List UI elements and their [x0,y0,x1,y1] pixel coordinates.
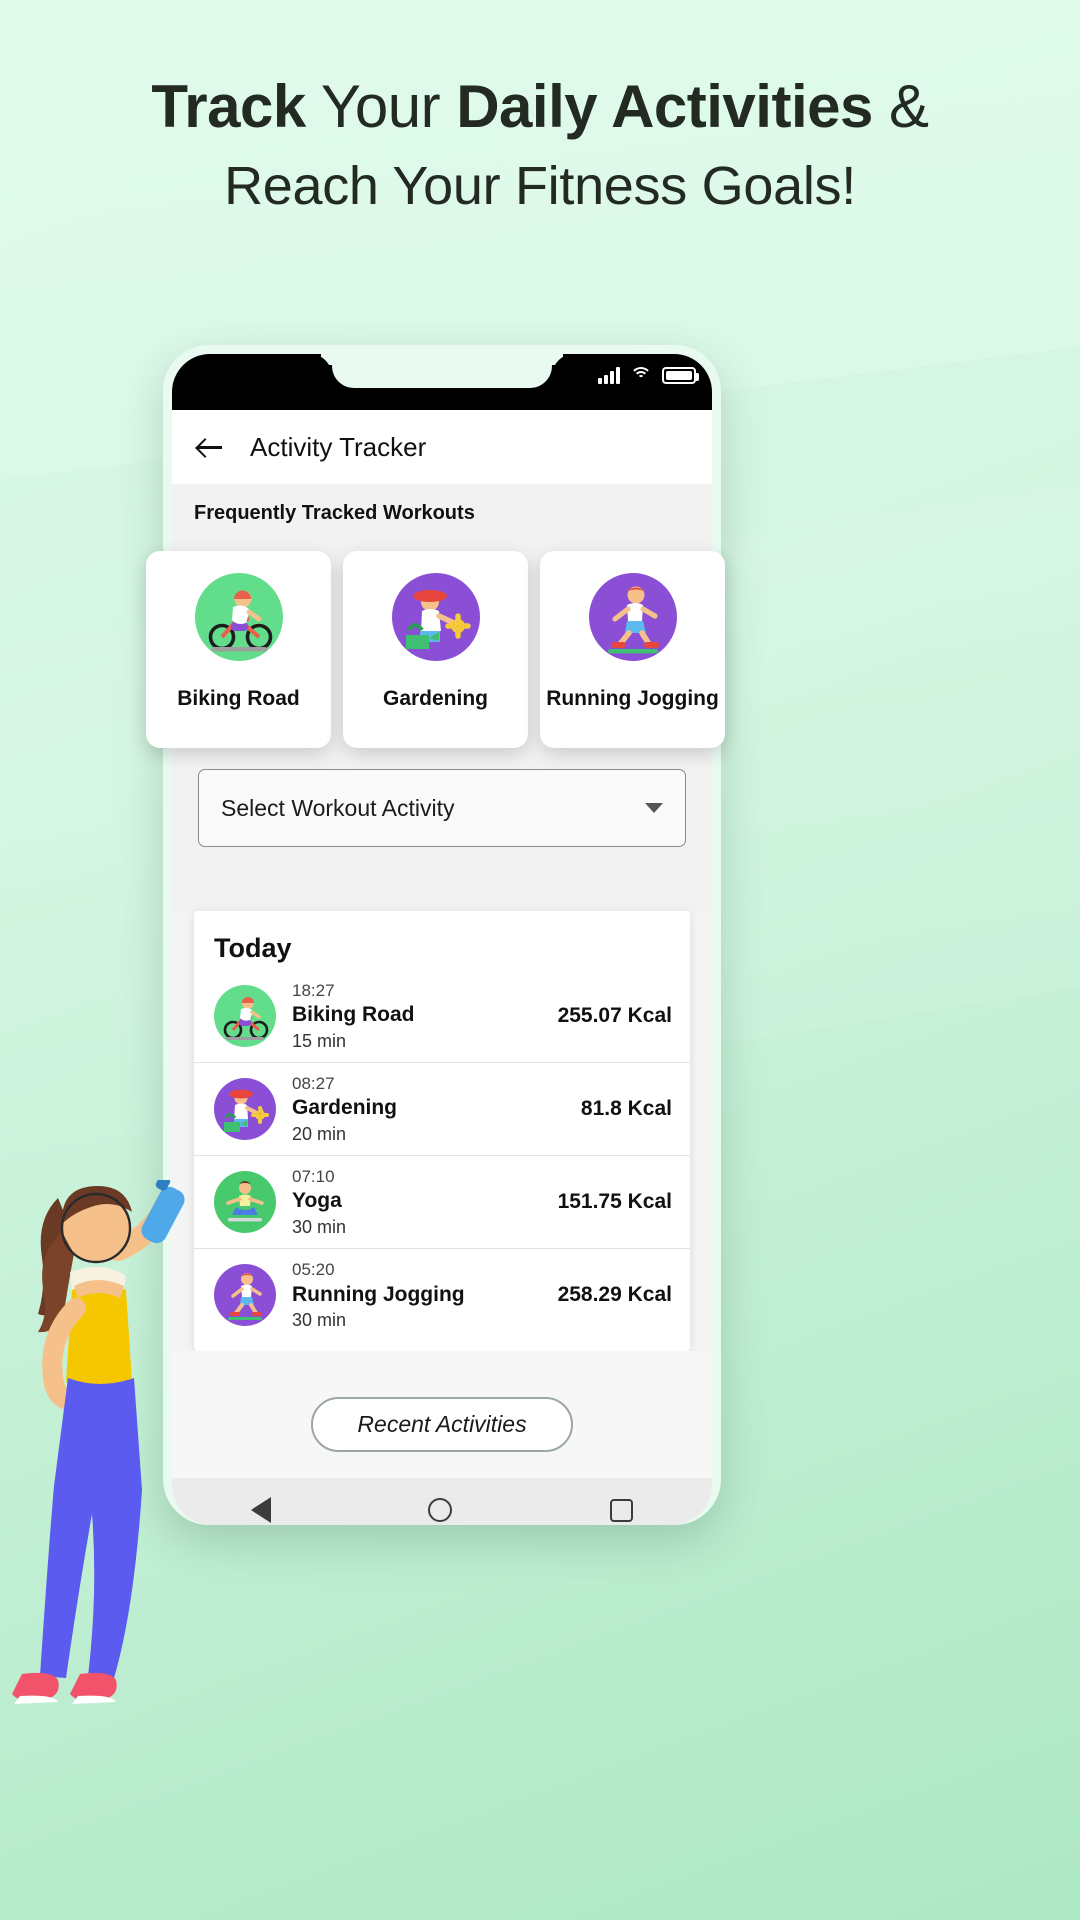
row-calories: 255.07 Kcal [557,1004,672,1028]
back-arrow-icon[interactable] [196,433,224,461]
recent-activities-button[interactable]: Recent Activities [311,1397,573,1453]
today-activity-card: Today 18:27 Biking Road 15 min 255.07 Kc… [194,911,690,1352]
table-row[interactable]: 08:27 Gardening 20 min 81.8 Kcal [194,1063,690,1157]
workout-card-label: Gardening [382,687,488,710]
workout-card-running-jogging[interactable]: Running Jogging [540,551,725,748]
workout-card-label: Running Jogging [546,687,719,710]
headline-word-track: Track [151,73,306,140]
spacer [172,847,712,911]
row-details: 05:20 Running Jogging 30 min [292,1259,542,1331]
chevron-down-icon [645,803,663,813]
battery-full-icon [662,366,699,384]
row-time: 05:20 [292,1260,335,1280]
nav-back-triangle-icon[interactable] [250,1497,271,1524]
row-time: 18:27 [292,981,335,1000]
today-title: Today [214,933,292,963]
headline-line-1: Track Your Daily Activities & [0,72,1080,143]
select-workout-activity-dropdown[interactable]: Select Workout Activity [198,769,686,847]
row-calories: 151.75 Kcal [557,1190,672,1214]
headline-word-daily-activities: Daily Activities [456,73,873,140]
row-calories: 81.8 Kcal [580,1097,672,1121]
woman-figure [12,1175,185,1704]
frequent-section-title: Frequently Tracked Workouts [172,484,712,525]
gardener-glyph [405,590,471,649]
status-bar-icons [598,366,699,384]
row-duration: 15 min [292,1030,347,1051]
footer-actions: Recent Activities [172,1351,712,1479]
app-bar: Activity Tracker [172,410,712,484]
cyclist-glyph [223,997,269,1041]
row-details: 18:27 Biking Road 15 min [292,980,542,1052]
android-nav-bar [172,1478,712,1525]
nav-home-circle-icon[interactable] [428,1498,453,1523]
wifi-icon [630,366,652,384]
row-time: 07:10 [292,1167,335,1187]
woman-drinking-water-illustration [0,1175,230,1920]
status-bar [172,354,712,410]
table-row[interactable]: 05:20 Running Jogging 30 min 258.29 Kcal [194,1249,690,1341]
gardener-glyph [224,1089,269,1133]
poster-canvas: Track Your Daily Activities & Reach Your… [0,0,1080,1920]
nav-recents-square-icon[interactable] [610,1498,634,1522]
page-title: Activity Tracker [250,431,427,462]
cyclist-icon [194,573,283,661]
row-details: 07:10 Yoga 30 min [292,1166,542,1238]
headline-ampersand: & [889,73,929,140]
row-calories: 258.29 Kcal [557,1283,672,1307]
headline-line-2: Reach Your Fitness Goals! [224,155,856,216]
workout-card-gardening[interactable]: Gardening [343,551,528,748]
cyclist-icon [214,985,276,1048]
phone-screen: Activity Tracker Frequently Tracked Work… [172,354,712,1525]
row-duration: 30 min [292,1216,347,1237]
gardener-icon [214,1078,276,1141]
frequent-workout-cards: Biking Road Gardening Running Jogging [146,551,725,748]
row-time: 08:27 [292,1074,335,1094]
table-row[interactable]: 07:10 Yoga 30 min 151.75 Kcal [194,1156,690,1250]
row-activity-name: Biking Road [292,1003,415,1027]
workout-card-biking-road[interactable]: Biking Road [146,551,331,748]
select-workout-activity-value: Select Workout Activity [221,794,455,821]
hero-headline: Track Your Daily Activities & Reach Your… [0,72,1080,219]
cellular-signal-icon [598,366,620,384]
cyclist-glyph [208,590,272,652]
row-activity-name: Gardening [292,1096,398,1120]
phone-mockup: Activity Tracker Frequently Tracked Work… [163,345,721,1525]
workout-card-label: Biking Road [177,687,300,710]
phone-notch [310,354,574,388]
table-row[interactable]: 18:27 Biking Road 15 min 255.07 Kcal [194,970,690,1064]
row-details: 08:27 Gardening 20 min [292,1073,565,1145]
row-activity-name: Yoga [292,1189,342,1213]
water-bottle-icon [141,1175,185,1244]
gardener-icon [391,573,480,661]
headline-word-your: Your [320,73,441,140]
row-activity-name: Running Jogging [292,1282,465,1306]
row-duration: 20 min [292,1123,347,1144]
row-duration: 30 min [292,1309,347,1330]
runner-icon [588,573,677,661]
runner-glyph [607,586,659,654]
